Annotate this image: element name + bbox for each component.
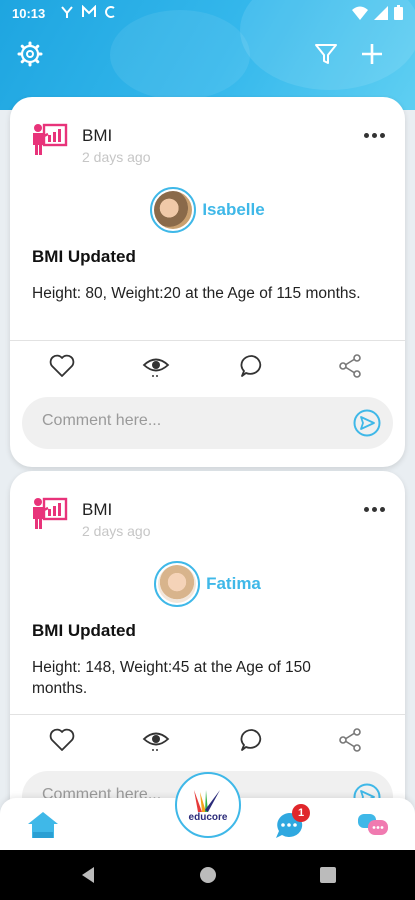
more-icon [363, 132, 369, 138]
more-icon [363, 506, 369, 512]
filter-button[interactable] [312, 40, 340, 68]
like-button[interactable] [47, 351, 77, 381]
eye-icon [142, 732, 170, 751]
messages-icon [358, 814, 388, 835]
mail-icon [82, 5, 96, 17]
logo-text: educore [188, 811, 228, 823]
post-type-label: BMI [82, 126, 113, 145]
comment-box [22, 397, 393, 449]
activity-feed[interactable]: BMI 2 days ago Isabelle BMI Updated Heig… [0, 95, 415, 800]
post-time: 2 days ago [82, 149, 151, 165]
educore-logo-icon [194, 789, 220, 812]
system-navigation-bar [0, 850, 415, 900]
post-body: Height: 148, Weight:45 at the Age of 150… [32, 659, 311, 697]
post-actions [10, 725, 405, 755]
home-circle-icon[interactable] [198, 865, 218, 885]
comment-input[interactable] [42, 412, 332, 430]
post-actions [10, 351, 405, 381]
status-time: 10:13 [12, 6, 46, 21]
bmi-type-icon-wrap [32, 495, 68, 531]
avatar-photo [154, 191, 193, 229]
download-icon [61, 6, 73, 18]
share-icon [339, 354, 361, 378]
heart-icon [49, 728, 75, 751]
feed-card: BMI 2 days ago Fatima BMI Updated Height… [10, 471, 405, 800]
more-icon [379, 506, 385, 512]
comment-button[interactable] [237, 351, 267, 381]
student-name: Isabelle [202, 200, 265, 219]
heart-icon [49, 354, 75, 377]
card-divider [10, 714, 405, 715]
sync-icon [105, 6, 115, 18]
comment-button[interactable] [237, 725, 267, 755]
comment-icon [240, 355, 262, 377]
bmi-chart-icon [33, 497, 68, 529]
home-icon [28, 812, 58, 838]
avatar-photo [158, 565, 197, 603]
post-type-label: BMI [82, 500, 113, 519]
more-icon [379, 132, 385, 138]
post-body: Height: 80, Weight:20 at the Age of 115 … [32, 285, 361, 302]
nav-messages[interactable] [355, 808, 391, 842]
post-title: BMI Updated [32, 621, 136, 640]
share-button[interactable] [335, 351, 365, 381]
status-bar: 10:13 [0, 0, 415, 28]
status-system-icons [352, 5, 403, 20]
status-notification-icons [60, 5, 116, 19]
wifi-icon [352, 6, 368, 20]
feed-card: BMI 2 days ago Isabelle BMI Updated Heig… [10, 97, 405, 467]
views-button[interactable] [141, 725, 171, 755]
app-header: 10:13 [0, 0, 415, 110]
filter-icon [315, 44, 337, 64]
like-button[interactable] [47, 725, 77, 755]
settings-icon [17, 41, 43, 67]
add-icon [362, 44, 382, 64]
more-icon [371, 506, 377, 512]
signal-icon [374, 5, 388, 20]
share-button[interactable] [335, 725, 365, 755]
back-icon[interactable] [78, 865, 98, 885]
comment-icon [240, 729, 262, 751]
share-icon [339, 728, 361, 752]
student-tag[interactable]: Isabelle [10, 185, 405, 235]
more-options-button[interactable] [361, 499, 387, 519]
views-button[interactable] [141, 351, 171, 381]
eye-icon [142, 358, 170, 377]
send-icon[interactable] [353, 409, 381, 437]
student-avatar [150, 187, 197, 233]
settings-button[interactable] [16, 40, 44, 68]
add-button[interactable] [358, 40, 386, 68]
educore-logo-button[interactable]: educore [175, 772, 241, 838]
recents-icon[interactable] [318, 865, 338, 885]
bmi-type-icon-wrap [32, 121, 68, 157]
post-title: BMI Updated [32, 247, 136, 266]
more-icon [371, 132, 377, 138]
more-options-button[interactable] [361, 125, 387, 145]
student-name: Fatima [206, 574, 261, 593]
post-time: 2 days ago [82, 523, 151, 539]
student-avatar [154, 561, 201, 607]
notification-badge: 1 [292, 804, 310, 822]
battery-icon [394, 5, 403, 20]
student-tag[interactable]: Fatima [10, 559, 405, 609]
card-divider [10, 340, 405, 341]
nav-home[interactable] [25, 808, 61, 842]
bmi-chart-icon [33, 123, 68, 155]
